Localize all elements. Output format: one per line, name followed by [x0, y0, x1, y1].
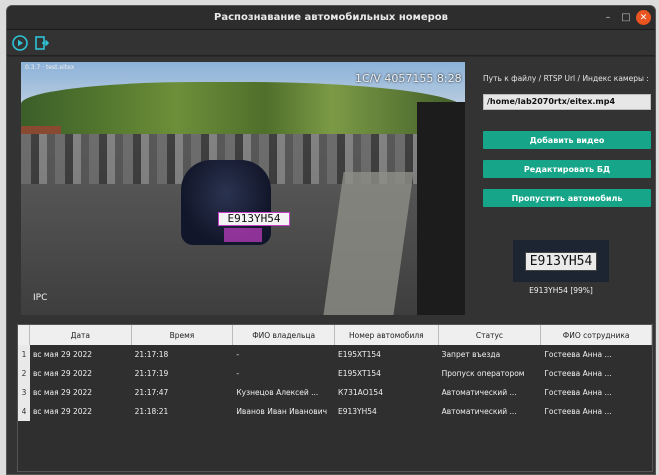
cell-date[interactable]: вс мая 29 2022: [30, 345, 132, 364]
row-number[interactable]: 1: [18, 345, 30, 364]
maximize-button[interactable]: □: [619, 10, 633, 24]
video-overlay-timestamp: 1С/V 4057155 8:28: [355, 72, 462, 85]
cell-plate[interactable]: К731АО154: [335, 383, 439, 402]
cell-owner[interactable]: -: [233, 345, 335, 364]
plate-image: E913YH54: [513, 240, 609, 282]
path-input[interactable]: /home/lab2070rtx/eitex.mp4: [483, 94, 651, 110]
cell-employee[interactable]: Гостеева Анна ...: [541, 345, 652, 364]
video-trees: [21, 82, 465, 137]
cell-plate[interactable]: E195XT154: [335, 364, 439, 383]
header-date[interactable]: Дата: [30, 325, 132, 345]
exit-icon[interactable]: [33, 34, 51, 52]
cell-time[interactable]: 21:17:47: [132, 383, 234, 402]
cell-status[interactable]: Запрет въезда: [439, 345, 542, 364]
main-content: E913YH54 0.3.7 · test.eitex 1С/V 4057155…: [7, 57, 655, 474]
table-row[interactable]: 2 вс мая 29 2022 21:17:19 - E195XT154 Пр…: [18, 364, 652, 383]
cell-employee[interactable]: Гостеева Анна ...: [541, 402, 652, 421]
cell-date[interactable]: вс мая 29 2022: [30, 364, 132, 383]
cell-time[interactable]: 21:18:21: [132, 402, 234, 421]
header-owner[interactable]: ФИО владельца: [233, 325, 335, 345]
window-title: Распознавание автомобильных номеров: [214, 12, 448, 23]
cell-plate[interactable]: E913YH54: [335, 402, 439, 421]
header-time[interactable]: Время: [132, 325, 234, 345]
row-number[interactable]: 3: [18, 383, 30, 402]
table-row[interactable]: 4 вс мая 29 2022 21:18:21 Иванов Иван Ив…: [18, 402, 652, 421]
close-button[interactable]: ✕: [636, 10, 651, 25]
cell-owner[interactable]: Иванов Иван Иванович: [233, 402, 335, 421]
cell-status[interactable]: Автоматический ...: [439, 402, 542, 421]
cell-date[interactable]: вс мая 29 2022: [30, 402, 132, 421]
cell-plate[interactable]: E195XT154: [335, 345, 439, 364]
header-employee[interactable]: ФИО сотрудника: [541, 325, 652, 345]
skip-car-button[interactable]: Пропустить автомобиль: [483, 189, 651, 207]
plate-image-text: E913YH54: [524, 251, 598, 271]
edit-db-button[interactable]: Редактировать БД: [483, 160, 651, 178]
cell-time[interactable]: 21:17:18: [132, 345, 234, 364]
header-corner: [18, 325, 30, 345]
table-header: Дата Время ФИО владельца Номер автомобил…: [18, 325, 652, 345]
video-plate-label: E913YH54: [218, 212, 290, 226]
cell-employee[interactable]: Гостеева Анна ...: [541, 364, 652, 383]
header-status[interactable]: Статус: [439, 325, 542, 345]
table-row[interactable]: 1 вс мая 29 2022 21:17:18 - E195XT154 За…: [18, 345, 652, 364]
path-label: Путь к файлу / RTSP Url / Индекс камеры …: [483, 74, 649, 83]
video-wall: [417, 102, 465, 315]
minimize-button[interactable]: –: [601, 10, 615, 24]
video-plate-highlight: [224, 228, 262, 242]
cell-date[interactable]: вс мая 29 2022: [30, 383, 132, 402]
cell-status[interactable]: Пропуск оператором: [439, 364, 542, 383]
video-frame: E913YH54 0.3.7 · test.eitex 1С/V 4057155…: [21, 62, 465, 315]
row-number[interactable]: 2: [18, 364, 30, 383]
events-table: Дата Время ФИО владельца Номер автомобил…: [17, 324, 653, 472]
toolbar: [7, 30, 655, 56]
cell-employee[interactable]: Гостеева Анна ...: [541, 383, 652, 402]
video-overlay-bottom-left: IPC: [33, 293, 48, 303]
cell-status[interactable]: Автоматический ...: [439, 383, 542, 402]
row-number[interactable]: 4: [18, 402, 30, 421]
table-row[interactable]: 3 вс мая 29 2022 21:17:47 Кузнецов Алекс…: [18, 383, 652, 402]
title-bar[interactable]: Распознавание автомобильных номеров – □ …: [7, 6, 655, 30]
header-plate[interactable]: Номер автомобиля: [335, 325, 439, 345]
app-window: Распознавание автомобильных номеров – □ …: [6, 5, 656, 475]
plate-caption: E913YH54 [99%]: [529, 286, 593, 295]
video-overlay-top-left: 0.3.7 · test.eitex: [25, 64, 75, 71]
play-icon[interactable]: [11, 34, 29, 52]
cell-time[interactable]: 21:17:19: [132, 364, 234, 383]
cell-owner[interactable]: -: [233, 364, 335, 383]
side-panel: Путь к файлу / RTSP Url / Индекс камеры …: [481, 62, 653, 315]
add-video-button[interactable]: Добавить видео: [483, 131, 651, 149]
cell-owner[interactable]: Кузнецов Алексей ...: [233, 383, 335, 402]
